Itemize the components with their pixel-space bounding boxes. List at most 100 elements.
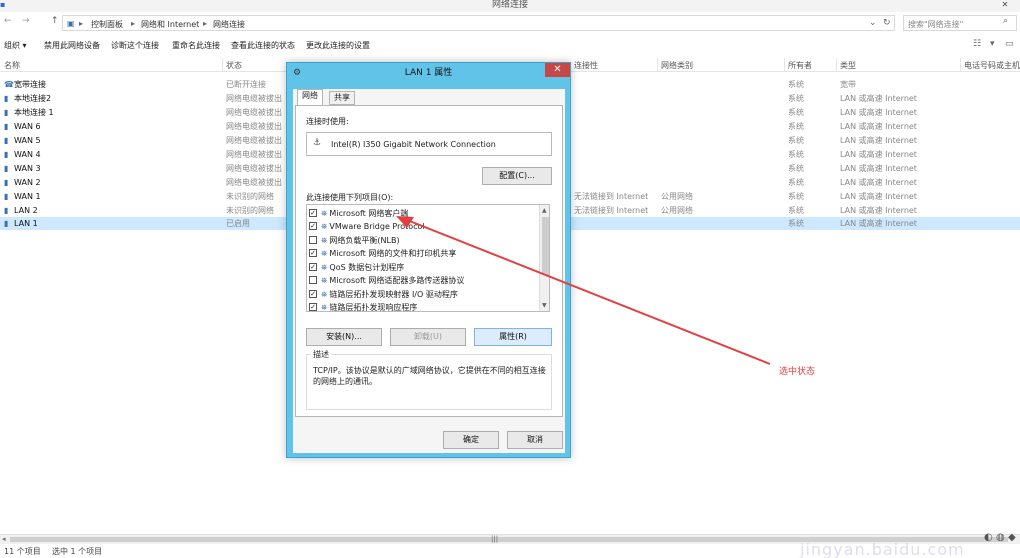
column-divider[interactable] xyxy=(960,58,961,71)
configure-button[interactable]: 配置(C)... xyxy=(482,167,552,185)
list-item[interactable]: ✓ ⛯ QoS 数据包计划程序 xyxy=(309,261,404,274)
component-label: Microsoft 网络客户端 xyxy=(329,209,409,218)
list-item[interactable]: ⛯ 网络负载平衡(NLB) xyxy=(309,234,400,247)
breadcrumb-separator: ▸ xyxy=(131,19,136,28)
column-divider[interactable] xyxy=(836,58,837,71)
checkbox-checked[interactable]: ✓ xyxy=(309,262,317,271)
connection-type: LAN 或高速 Internet xyxy=(840,150,917,159)
column-category[interactable]: 网络类别 xyxy=(661,60,693,71)
scroll-down-icon[interactable]: ▼ xyxy=(542,302,547,309)
flag-tray-icon[interactable]: ◆ xyxy=(1008,532,1016,543)
network-adapter-icon: ▮ xyxy=(4,192,9,201)
properties-dialog: LAN 1 属性 ⚙ ✕ 网络 共享 连接时使用: ⚓ Intel(R) I35… xyxy=(286,62,571,458)
address-bar[interactable]: ▣ ▸ 控制面板 ▸ 网络和 Internet ▸ 网络连接 ⌄ ↻ xyxy=(62,15,895,31)
search-input[interactable]: 搜索"网络连接" xyxy=(903,15,1017,31)
connection-owner: 系统 xyxy=(788,94,804,103)
dialog-close-button[interactable]: ✕ xyxy=(545,63,570,77)
view-options-icon[interactable]: ☷ xyxy=(973,39,981,49)
tab-sharing[interactable]: 共享 xyxy=(329,91,355,105)
forward-icon[interactable]: → xyxy=(22,16,30,26)
list-item[interactable]: ✓ ⛯ 链路层拓扑发现响应程序 xyxy=(309,301,418,312)
ok-button[interactable]: 确定 xyxy=(443,431,499,449)
connection-owner: 系统 xyxy=(788,192,804,201)
uninstall-button[interactable]: 卸载(U) xyxy=(390,328,466,346)
component-label: VMware Bridge Protocol xyxy=(329,222,425,231)
scroll-thumb[interactable] xyxy=(542,217,549,275)
connection-category: 公用网络 xyxy=(661,192,693,201)
connection-status: 网络电缆被拔出 xyxy=(226,108,282,117)
control-panel-icon: ▣ xyxy=(67,19,75,28)
connection-status: 已断开连接 xyxy=(226,80,266,89)
back-icon[interactable]: ← xyxy=(4,16,12,26)
connection-owner: 系统 xyxy=(788,150,804,159)
checkbox-checked[interactable]: ✓ xyxy=(309,289,317,298)
column-type[interactable]: 类型 xyxy=(840,60,856,71)
change-settings-button[interactable]: 更改此连接的设置 xyxy=(306,40,370,51)
vertical-scrollbar[interactable]: ▲ ▼ xyxy=(539,205,549,311)
speaker-tray-icon[interactable]: ◍ xyxy=(996,532,1005,543)
checkbox-checked[interactable]: ✓ xyxy=(309,302,317,311)
column-divider[interactable] xyxy=(784,58,785,71)
component-label: 链路层拓扑发现响应程序 xyxy=(329,303,418,312)
connection-name: WAN 1 xyxy=(14,192,41,201)
refresh-icon[interactable]: ↻ xyxy=(883,18,891,28)
list-item[interactable]: ✓ ⛯ Microsoft 网络客户端 xyxy=(309,207,408,220)
rename-button[interactable]: 重命名此连接 xyxy=(172,40,220,51)
description-text: TCP/IP。该协议是默认的广域网络协议，它提供在不同的相互连接的网络上的通讯。 xyxy=(313,366,546,386)
command-bar: 组织 ▾ 禁用此网络设备 诊断这个连接 重命名此连接 查看此连接的状态 更改此连… xyxy=(0,36,1020,54)
connection-status: 网络电缆被拔出 xyxy=(226,150,282,159)
tab-network[interactable]: 网络 xyxy=(297,89,323,106)
list-item[interactable]: ⛯ Microsoft 网络适配器多路传送器协议 xyxy=(309,274,464,287)
window-close-button[interactable]: ✕ xyxy=(990,0,1020,10)
column-divider[interactable] xyxy=(657,58,658,71)
network-tray-icon[interactable]: ◐ xyxy=(984,532,993,543)
view-dropdown-icon[interactable]: ▾ xyxy=(990,39,995,49)
connection-owner: 系统 xyxy=(788,178,804,187)
breadcrumb-network-internet[interactable]: 网络和 Internet xyxy=(141,19,199,30)
preview-pane-icon[interactable]: ▭ xyxy=(1005,39,1014,49)
organize-button[interactable]: 组织 ▾ xyxy=(4,40,27,51)
protocol-icon: ⛯ xyxy=(321,276,328,285)
column-name[interactable]: 名称 xyxy=(4,60,20,71)
components-list[interactable]: ✓ ⛯ Microsoft 网络客户端 ✓ ⛯ VMware Bridge Protoc… xyxy=(306,204,550,312)
breadcrumb-network-connections[interactable]: 网络连接 xyxy=(213,19,245,30)
list-item[interactable]: ✓ ⛯ Microsoft 网络的文件和打印机共享 xyxy=(309,247,456,260)
diagnose-button[interactable]: 诊断这个连接 xyxy=(111,40,159,51)
install-button[interactable]: 安装(N)... xyxy=(306,328,382,346)
breadcrumb-separator: ▸ xyxy=(203,19,208,28)
column-owner[interactable]: 所有者 xyxy=(788,60,812,71)
view-status-button[interactable]: 查看此连接的状态 xyxy=(231,40,295,51)
connection-type: LAN 或高速 Internet xyxy=(840,122,917,131)
connection-connectivity: 无法链接到 Internet xyxy=(574,192,649,201)
connection-status: 已启用 xyxy=(226,219,250,228)
checkbox-checked[interactable]: ✓ xyxy=(309,248,317,257)
dialup-icon: ☎ xyxy=(4,80,14,89)
disable-device-button[interactable]: 禁用此网络设备 xyxy=(44,40,100,51)
cancel-button[interactable]: 取消 xyxy=(507,431,563,449)
scroll-left-icon[interactable]: ◂ xyxy=(2,535,6,543)
connection-owner: 系统 xyxy=(788,206,804,215)
properties-button[interactable]: 属性(R) xyxy=(474,328,552,346)
up-icon[interactable]: ↑ xyxy=(51,16,59,26)
connection-owner: 系统 xyxy=(788,122,804,131)
column-connectivity[interactable]: 连接性 xyxy=(574,60,598,71)
component-label: Microsoft 网络适配器多路传送器协议 xyxy=(329,276,465,285)
connection-name: LAN 2 xyxy=(14,206,38,215)
column-phone[interactable]: 电话号码或主机 xyxy=(964,60,1020,71)
column-status[interactable]: 状态 xyxy=(226,60,242,71)
breadcrumb-control-panel[interactable]: 控制面板 xyxy=(91,19,123,30)
component-label: 网络负载平衡(NLB) xyxy=(329,236,400,245)
checkbox-unchecked[interactable] xyxy=(309,235,317,244)
dropdown-chevron-icon[interactable]: ⌄ xyxy=(869,18,877,28)
checkbox-checked[interactable]: ✓ xyxy=(309,221,317,230)
checkbox-unchecked[interactable] xyxy=(309,275,317,284)
list-item[interactable]: ✓ ⛯ VMware Bridge Protocol xyxy=(309,220,425,233)
scroll-up-icon[interactable]: ▲ xyxy=(542,207,547,214)
checkbox-checked[interactable]: ✓ xyxy=(309,208,317,217)
network-adapter-icon: ▮ xyxy=(4,108,9,117)
search-icon[interactable]: ⌕ xyxy=(1003,16,1008,26)
connection-name: 本地连接2 xyxy=(14,94,52,103)
list-item[interactable]: ✓ ⛯ 链路层拓扑发现映射器 I/O 驱动程序 xyxy=(309,288,458,301)
column-divider[interactable] xyxy=(222,58,223,71)
network-icon: ⚙ xyxy=(293,68,302,78)
